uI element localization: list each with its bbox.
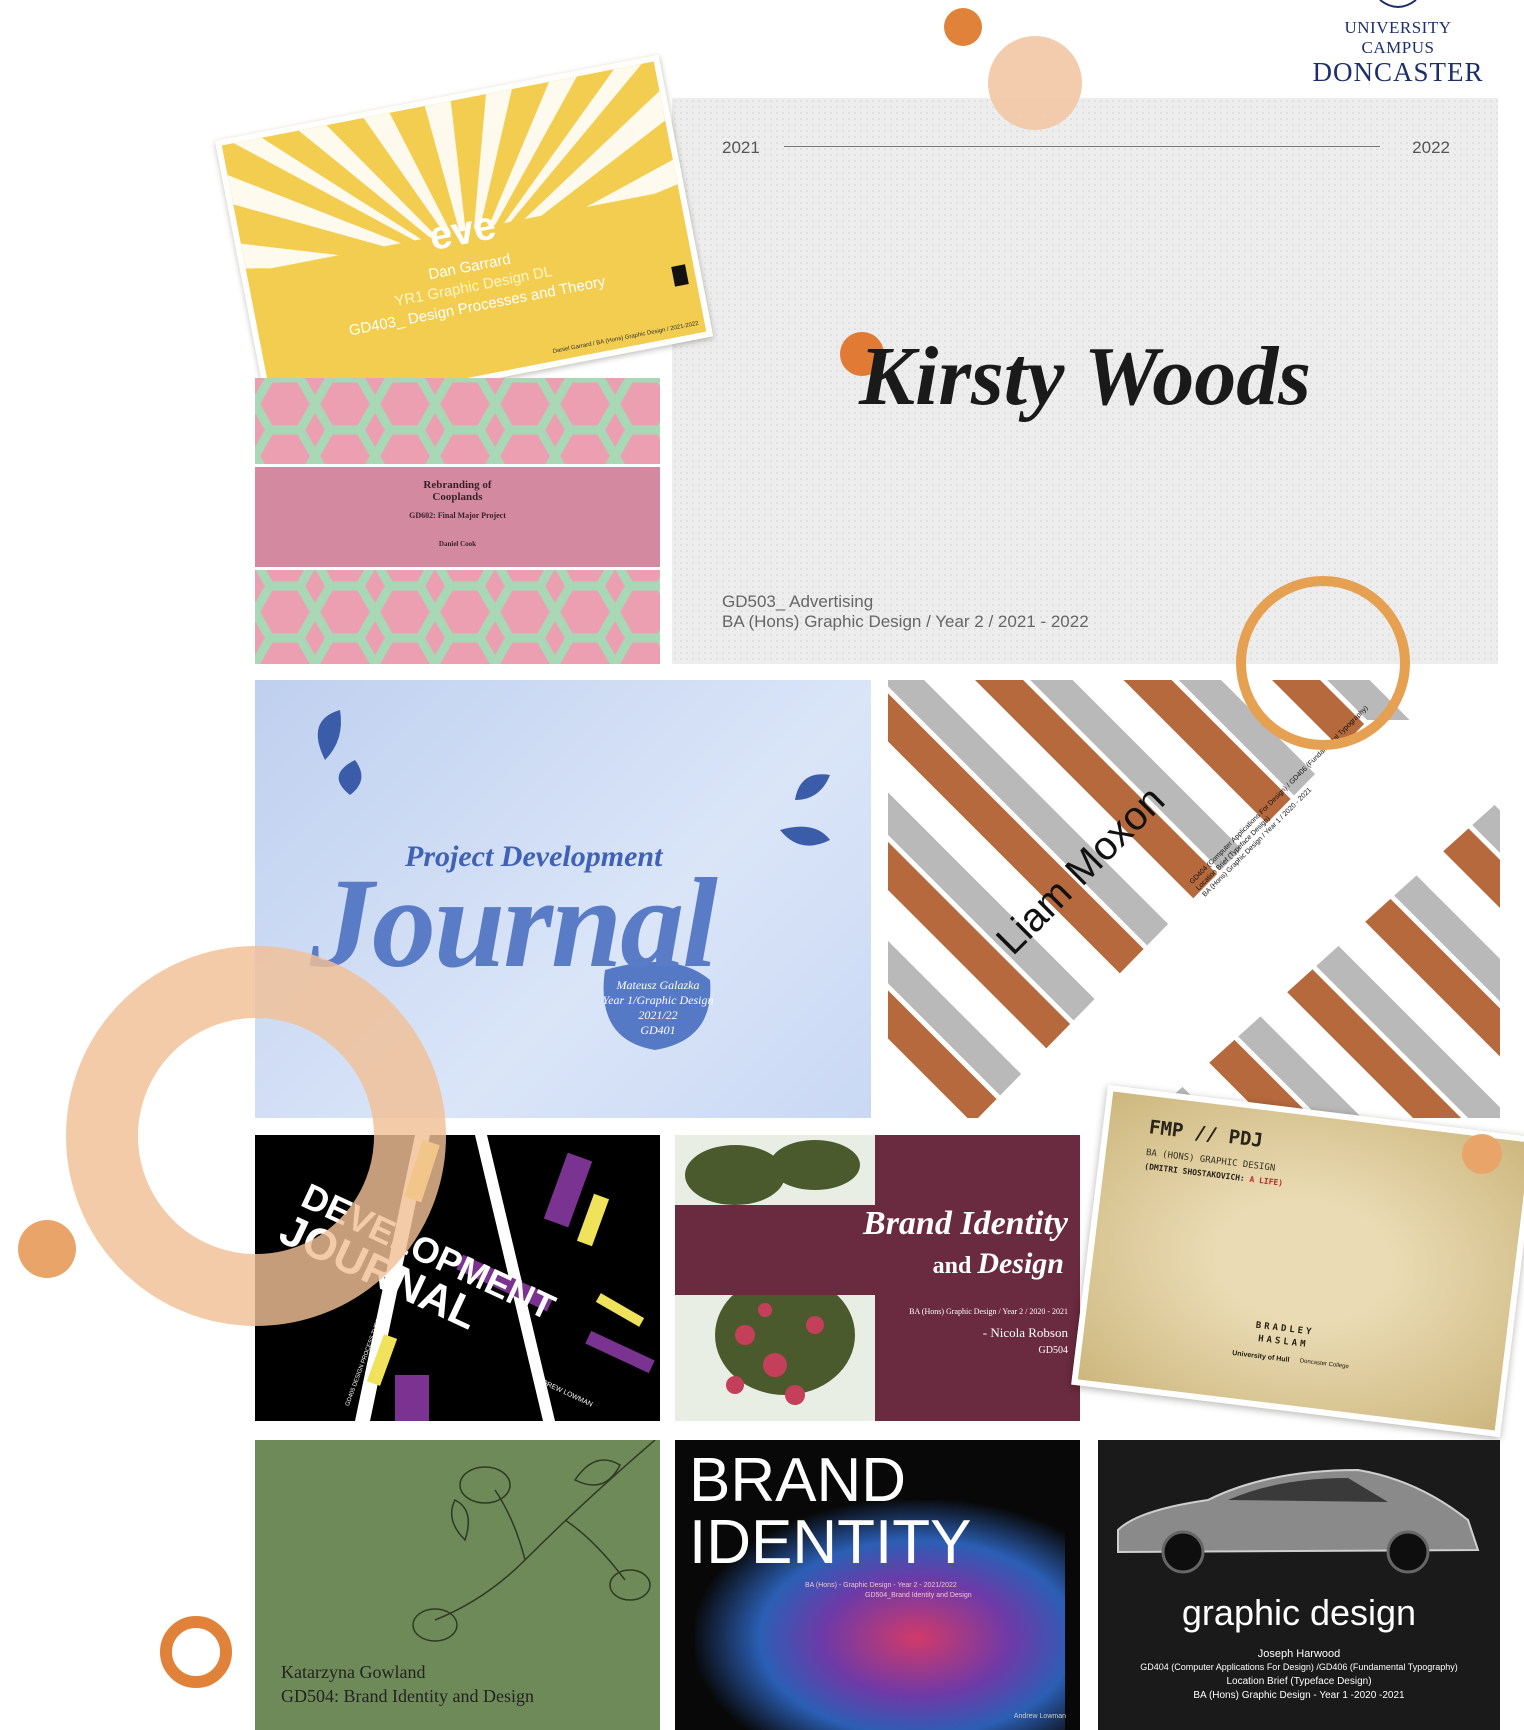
journal-line2: Journal xyxy=(310,852,718,994)
orange-dot-top xyxy=(944,8,982,46)
kat-author: Katarzyna Gowland xyxy=(281,1662,426,1682)
bi2-course: BA (Hons) - Graphic Design - Year 2 - 20… xyxy=(805,1582,957,1589)
coop-title1: Rebranding of xyxy=(423,479,492,491)
brand-identity-gradient-card[interactable]: BRAND IDENTITY BA (Hons) - Graphic Desig… xyxy=(675,1440,1080,1730)
coop-module: GD602: Final Major Project xyxy=(409,511,506,520)
kirsty-module: GD503_ Advertising xyxy=(722,592,874,611)
kirsty-course: BA (Hons) Graphic Design / Year 2 / 2021… xyxy=(722,612,1089,631)
journal-course: Year 1/Graphic Design xyxy=(602,993,714,1007)
bi2-module: GD504_Brand Identity and Design xyxy=(865,1592,972,1599)
katarzyna-card[interactable]: Katarzyna Gowland GD504: Brand Identity … xyxy=(255,1440,660,1730)
journal-module: GD401 xyxy=(640,1023,676,1037)
gd-title: graphic design xyxy=(1181,1592,1417,1633)
year-divider xyxy=(784,146,1380,147)
logo-line1: UNIVERSITY CAMPUS xyxy=(1344,18,1452,57)
peach-dot-left xyxy=(18,1220,76,1278)
bi2-author: Andrew Lowman xyxy=(1013,1713,1066,1720)
fmp-pdj-card[interactable]: FMP // PDJ BA (HONS) GRAPHIC DESIGN (DMI… xyxy=(1071,1084,1524,1438)
paper-texture xyxy=(1077,1091,1524,1431)
logo-line2: DONCASTER xyxy=(1312,57,1484,87)
gd-author: Joseph Harwood xyxy=(1257,1648,1341,1660)
cooplands-band: Rebranding of Cooplands GD602: Final Maj… xyxy=(255,464,660,570)
journal-author: Mateusz Galazka xyxy=(616,978,700,992)
bid-title1: Brand Identity xyxy=(863,1205,1068,1242)
flower-line-art-icon xyxy=(412,1440,656,1642)
brand-identity-design-card[interactable]: Brand Identity and Design BA (Hons) Grap… xyxy=(675,1135,1080,1421)
bid-title2a: and xyxy=(932,1253,978,1279)
year-start: 2021 xyxy=(722,138,760,157)
bid-course: BA (Hons) Graphic Design / Year 2 / 2020… xyxy=(909,1307,1068,1316)
peach-dot-right xyxy=(1462,1134,1502,1174)
graphic-design-card[interactable]: graphic design Joseph Harwood GD404 (Com… xyxy=(1098,1440,1500,1730)
bi2-word2: IDENTITY xyxy=(689,1508,972,1577)
university-logo: UNIVERSITY CAMPUS DONCASTER xyxy=(1308,0,1488,86)
kat-module: GD504: Brand Identity and Design xyxy=(281,1686,534,1706)
bid-module: GD504 xyxy=(1038,1345,1068,1356)
orange-ring-bottom xyxy=(160,1616,232,1688)
peach-ring-large xyxy=(66,946,446,1326)
eve-card[interactable]: eve Dan Garrard YR1 Graphic Design DL GD… xyxy=(214,54,714,423)
cooplands-card[interactable]: Rebranding of Cooplands GD602: Final Maj… xyxy=(255,378,660,664)
year-end: 2022 xyxy=(1412,138,1450,157)
liam-moxon-card[interactable]: Liam Moxon GD404 (Computer Applications … xyxy=(888,680,1500,1118)
bi2-word1: BRAND xyxy=(689,1446,907,1515)
journal-info: Mateusz Galazka Year 1/Graphic Design 20… xyxy=(593,978,723,1038)
bid-author: - Nicola Robson xyxy=(982,1325,1068,1340)
tree-photo-icon xyxy=(675,1135,875,1421)
crest-icon xyxy=(1379,0,1417,8)
gd-modules: GD404 (Computer Applications For Design)… xyxy=(1140,1662,1458,1672)
kirsty-woods-card[interactable]: 2021 2022 Kirsty Woods GD503_ Advertisin… xyxy=(672,98,1498,664)
peach-dot-top xyxy=(988,36,1082,130)
journal-year: 2021/22 xyxy=(638,1008,678,1022)
car-icon xyxy=(1117,1468,1480,1574)
gd-course: BA (Hons) Graphic Design - Year 1 -2020 … xyxy=(1193,1690,1405,1701)
bid-title2: and Design xyxy=(933,1247,1064,1281)
kirsty-name: Kirsty Woods xyxy=(859,330,1311,423)
bid-title2b: Design xyxy=(977,1247,1064,1280)
coop-title2: Cooplands xyxy=(432,491,483,503)
gd-brief: Location Brief (Typeface Design) xyxy=(1226,1676,1372,1687)
coop-author: Daniel Cook xyxy=(438,540,477,548)
stripe-pattern-icon xyxy=(888,680,1500,1118)
orange-ring-right xyxy=(1236,576,1410,750)
